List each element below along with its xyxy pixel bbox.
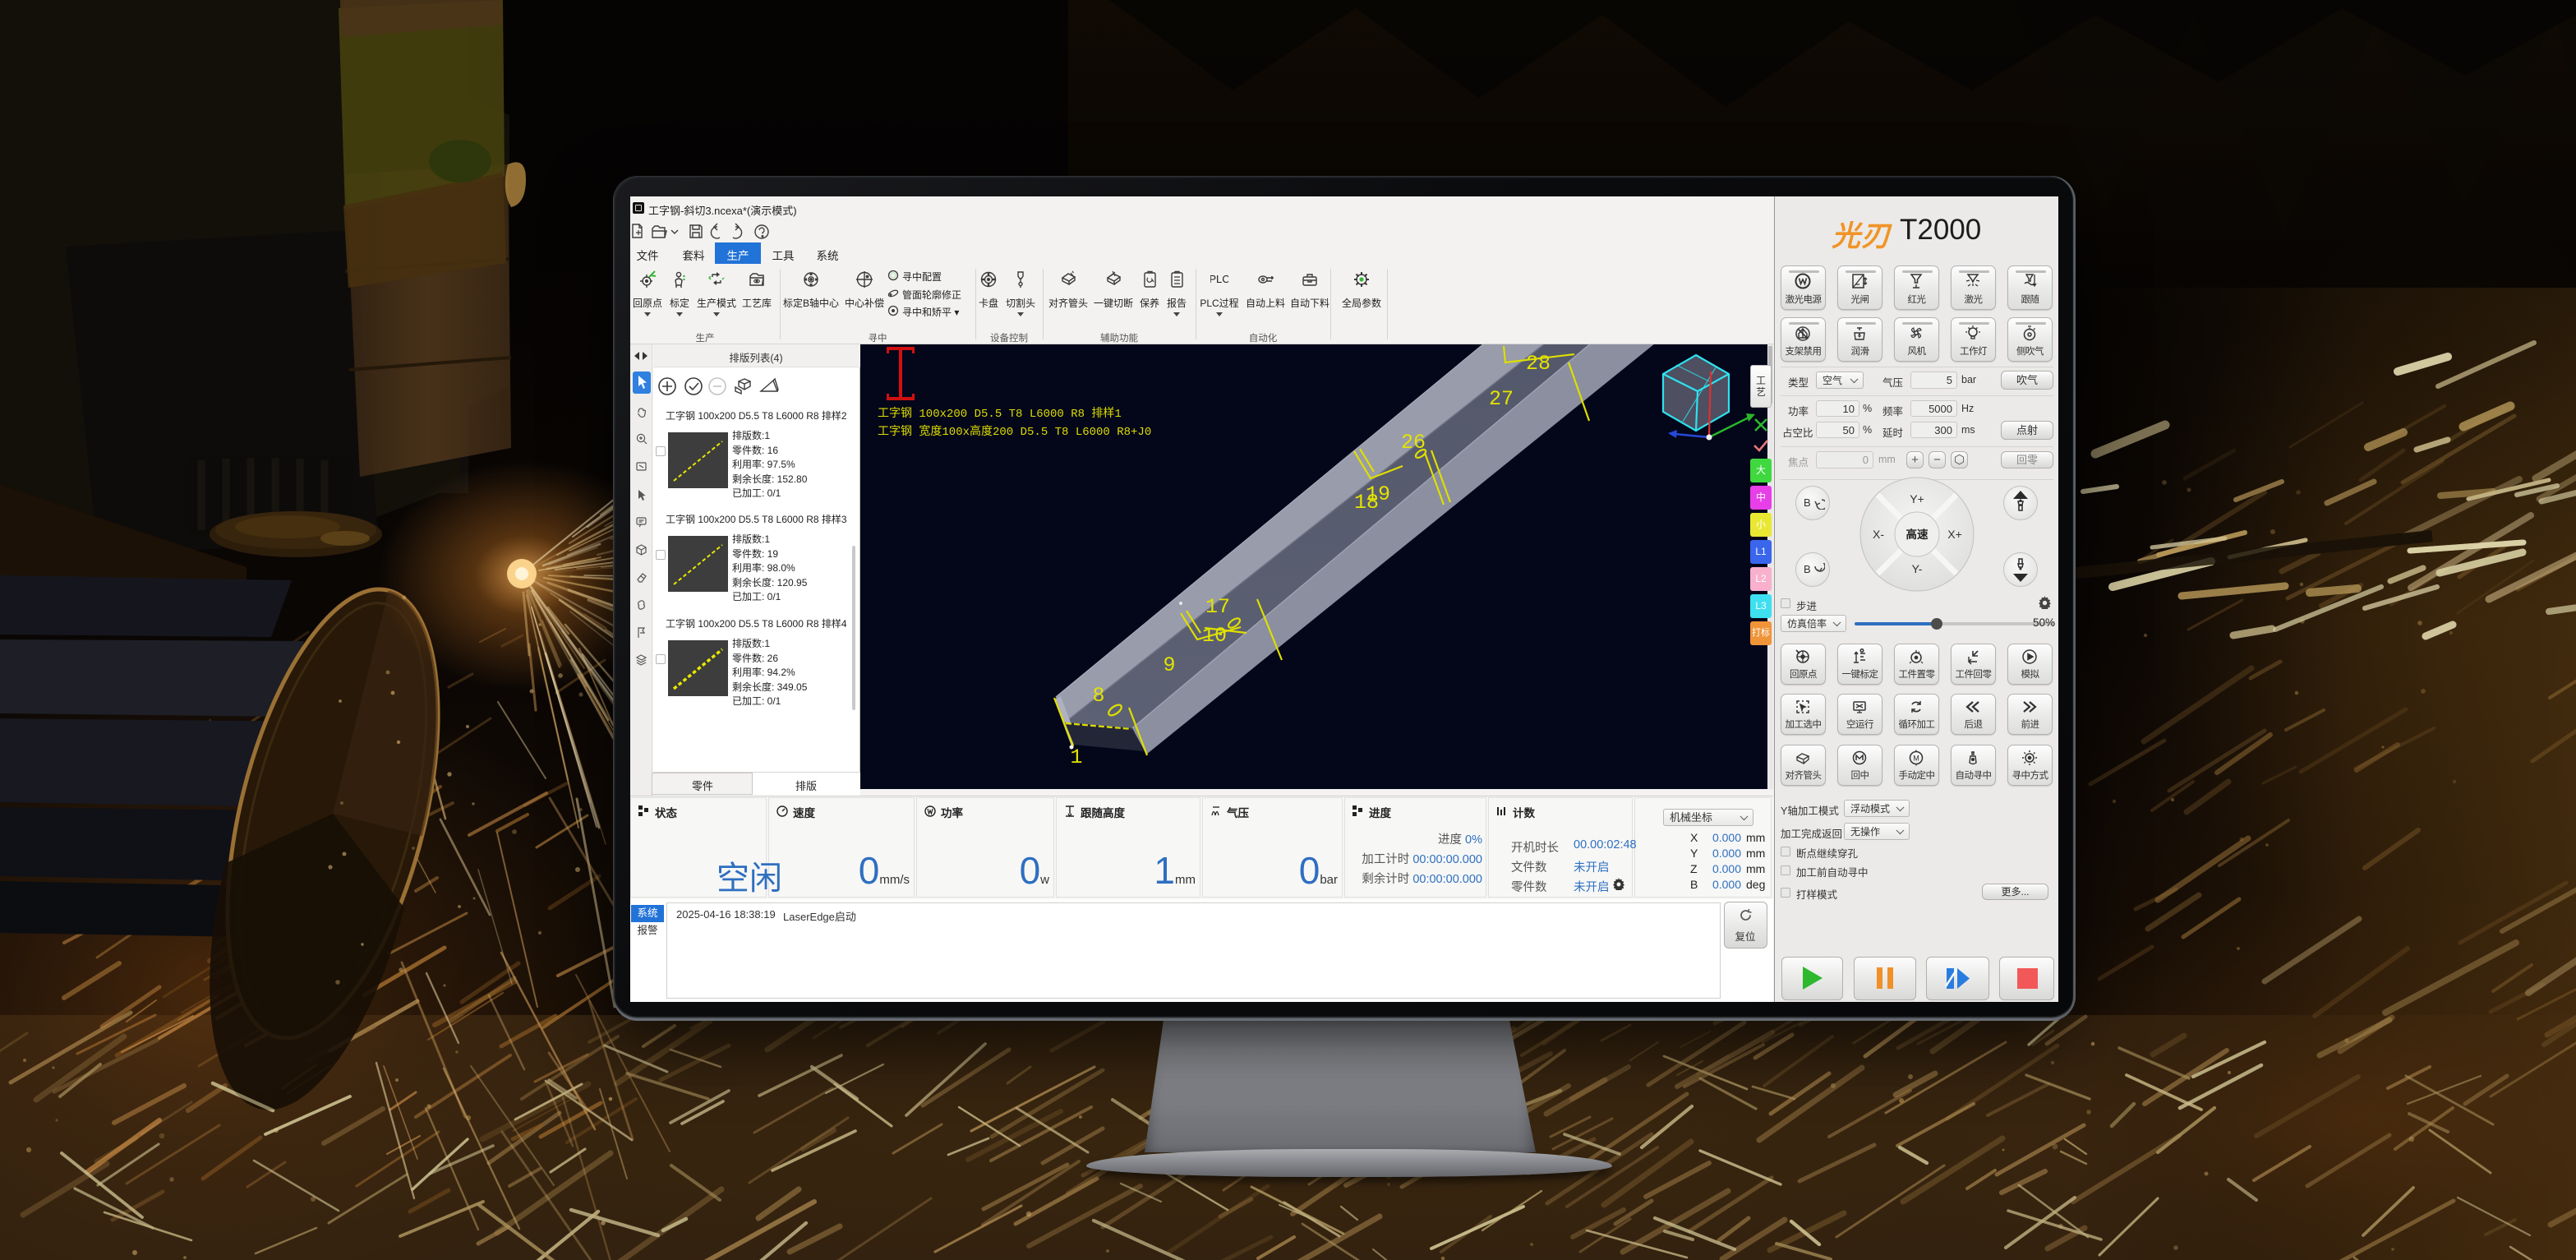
svg-text:17: 17	[1205, 595, 1230, 619]
svg-text:26: 26	[1401, 431, 1426, 455]
svg-text:19: 19	[1366, 482, 1390, 506]
svg-text:工字钢 宽度100x高度200 D5.5 T8 L6000: 工字钢 宽度100x高度200 D5.5 T8 L6000 R8+J0	[878, 424, 1151, 439]
svg-text:28: 28	[1526, 352, 1551, 376]
svg-text:工字钢 100x200 D5.5 T8 L6000 R8 排: 工字钢 100x200 D5.5 T8 L6000 R8 排样1	[878, 407, 1122, 421]
svg-text:X-: X-	[1873, 528, 1884, 541]
svg-text:M: M	[1913, 755, 1919, 763]
svg-text:PLC: PLC	[1210, 273, 1228, 285]
svg-text:10: 10	[1202, 624, 1227, 648]
svg-text:X+: X+	[1947, 528, 1962, 541]
svg-text:8: 8	[1092, 684, 1104, 708]
svg-text:27: 27	[1489, 387, 1514, 411]
svg-text:高速: 高速	[1906, 528, 1929, 541]
svg-text:Y-: Y-	[1912, 562, 1923, 575]
svg-text:9: 9	[1163, 653, 1175, 677]
svg-text:Y+: Y+	[1910, 492, 1924, 505]
